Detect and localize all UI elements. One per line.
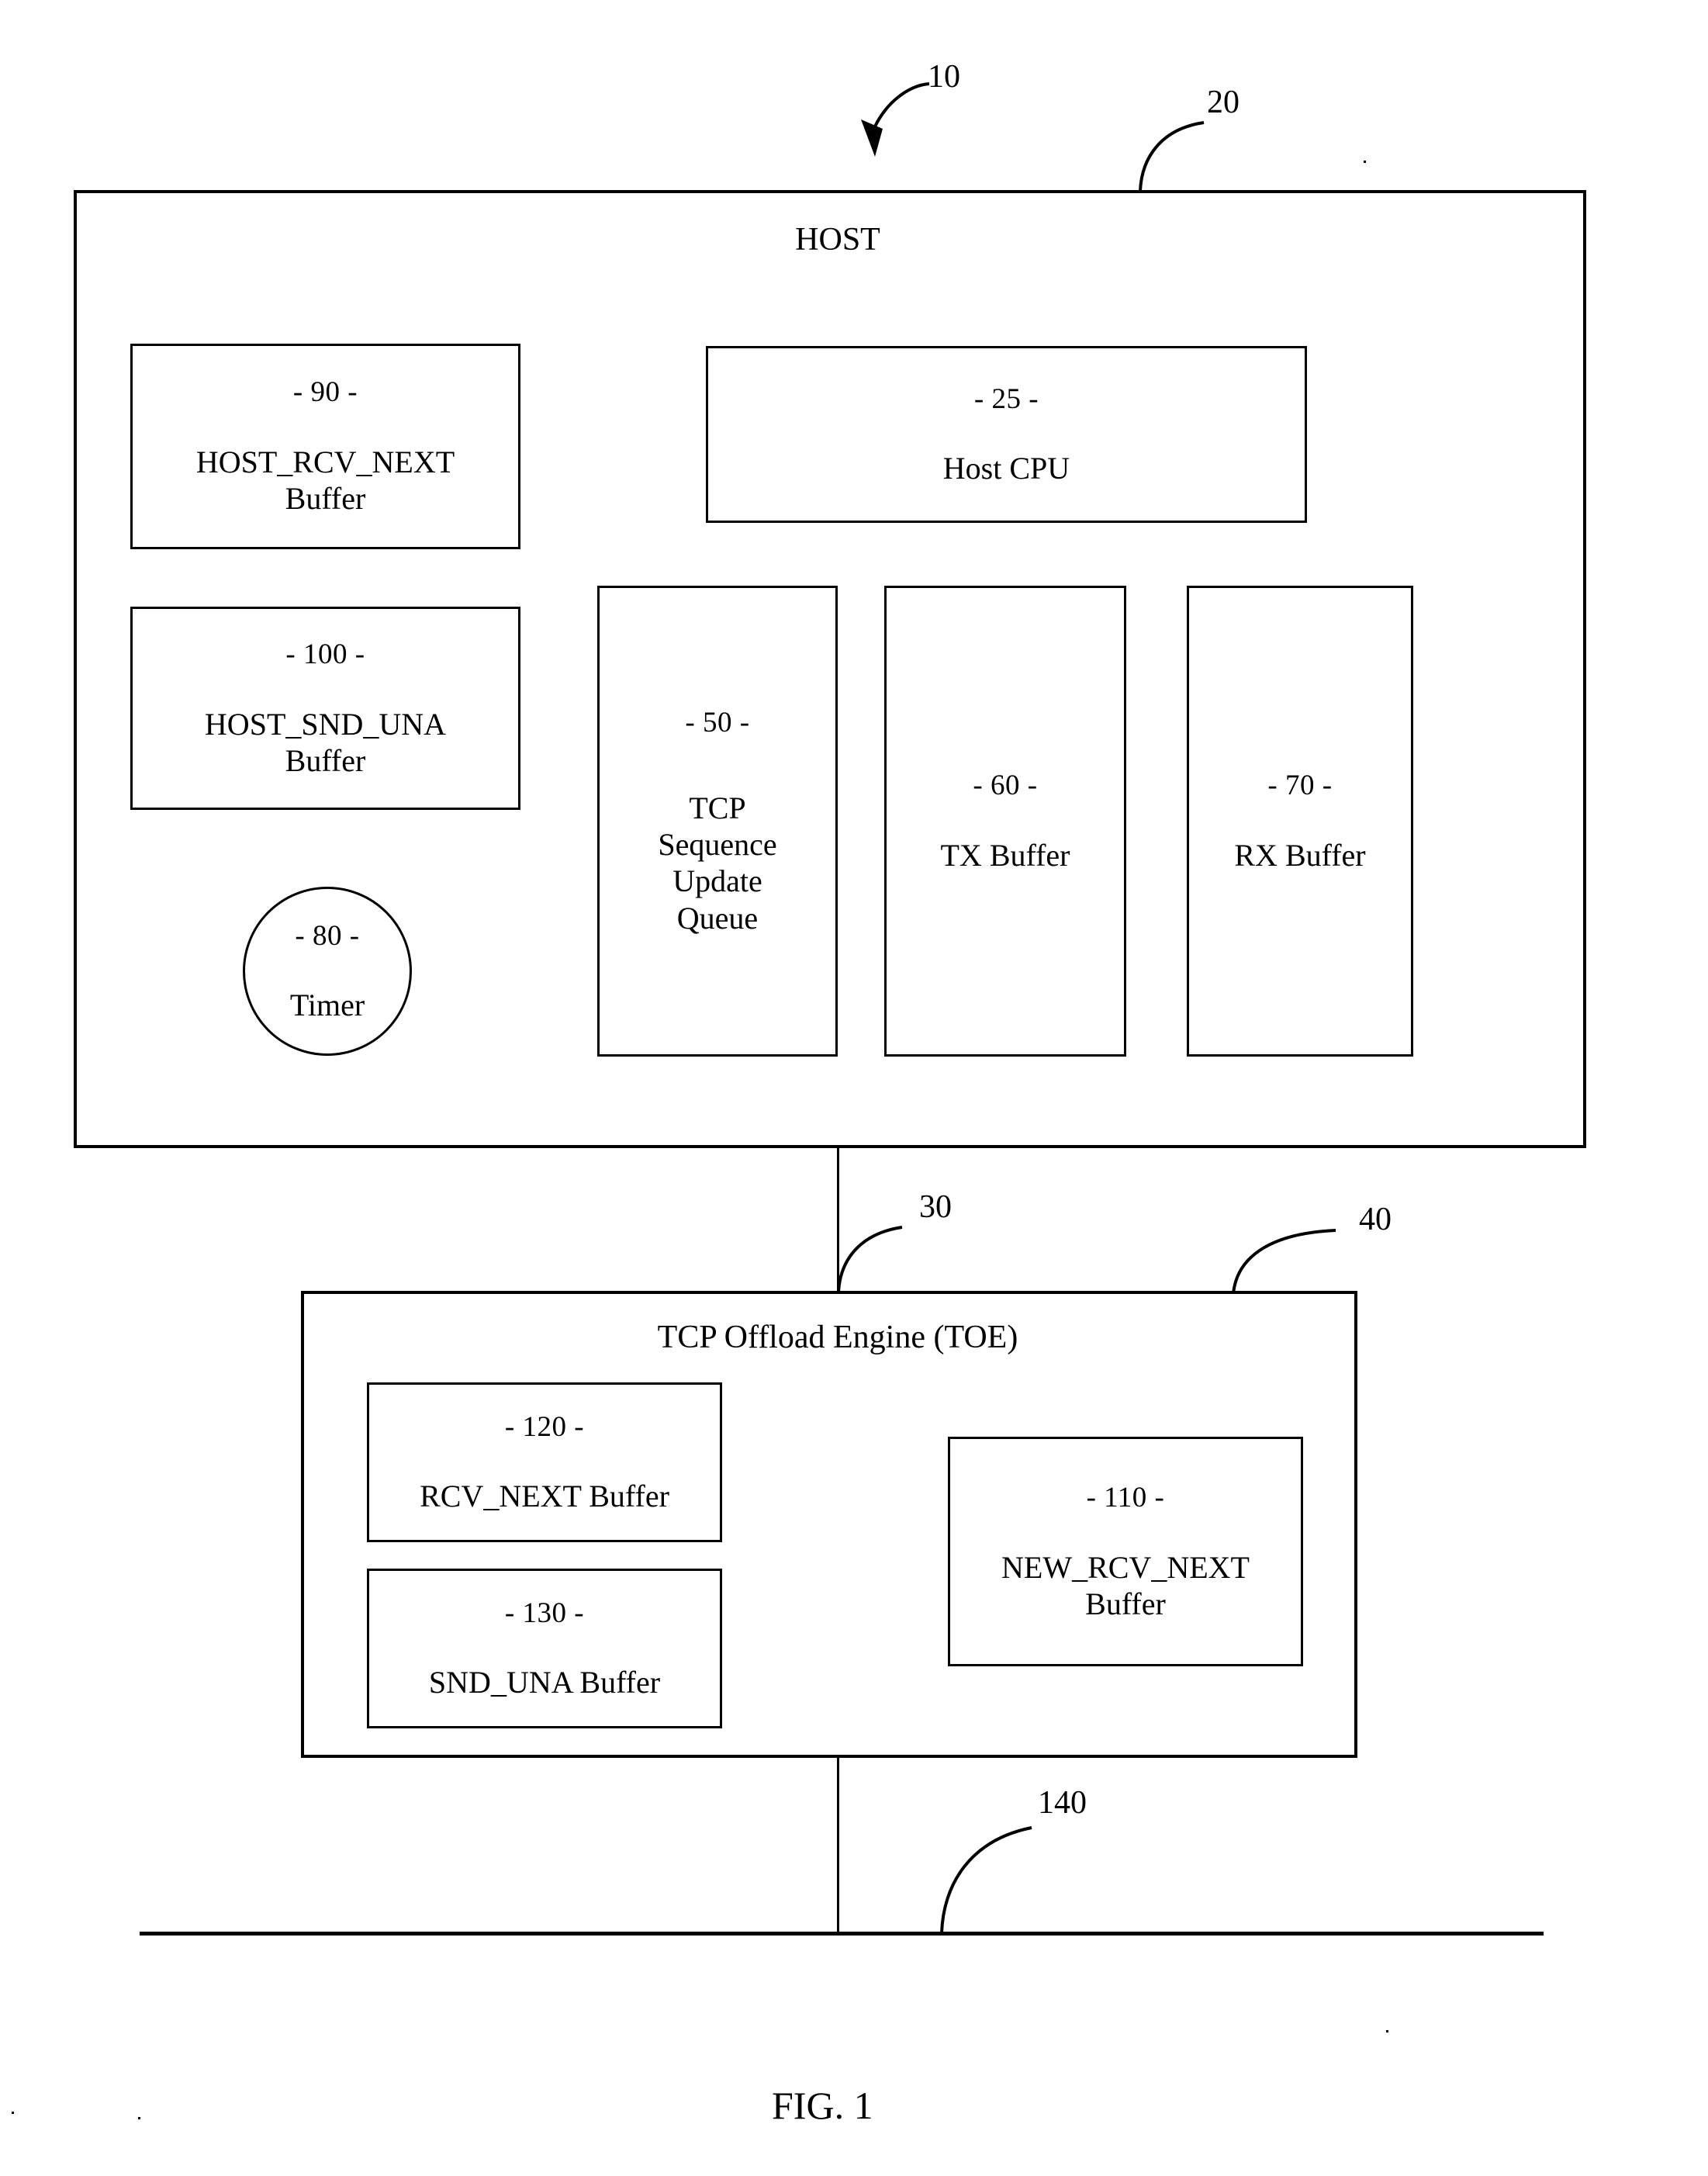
callout-30: 30: [919, 1189, 952, 1225]
rx-buffer[interactable]: - 70 - RX Buffer: [1187, 586, 1413, 1057]
timer-label: Timer: [289, 988, 365, 1022]
host-cpu-ref: - 25 -: [973, 382, 1039, 415]
tx-buffer-ref: - 60 -: [973, 770, 1038, 802]
host-rcv-next-buffer[interactable]: - 90 - HOST_RCV_NEXT Buffer: [130, 344, 520, 549]
callout-140: 140: [1038, 1785, 1087, 1821]
tx-buffer[interactable]: - 60 - TX Buffer: [884, 586, 1126, 1057]
rx-buffer-ref: - 70 -: [1267, 770, 1333, 802]
tcp-sequence-update-queue-label: TCP Sequence Update Queue: [658, 790, 777, 936]
host-rcv-next-buffer-label: HOST_RCV_NEXT Buffer: [195, 445, 455, 517]
snd-una-buffer-label: SND_UNA Buffer: [428, 1665, 661, 1700]
tx-buffer-label: TX Buffer: [940, 837, 1070, 873]
callout-10: 10: [928, 59, 960, 95]
scan-artifact-dot: [1364, 161, 1366, 163]
snd-una-buffer-ref: - 130 -: [504, 1597, 585, 1629]
leader-line-system-10: [861, 82, 930, 157]
timer[interactable]: - 80 - Timer: [243, 887, 412, 1056]
network-bus-line: [140, 1932, 1544, 1936]
callout-40: 40: [1359, 1202, 1392, 1237]
callout-20: 20: [1207, 85, 1240, 120]
toe-network-bus-line: [837, 1758, 839, 1935]
figure-caption: FIG. 1: [772, 2084, 873, 2127]
host-snd-una-buffer[interactable]: - 100 - HOST_SND_UNA Buffer: [130, 607, 520, 810]
scan-artifact-dot: [138, 2117, 140, 2119]
patent-figure-page: 10 20 HOST - 90 - HOST_RCV_NEXT Buffer -…: [0, 0, 1708, 2176]
host-snd-una-buffer-label: HOST_SND_UNA Buffer: [204, 706, 447, 778]
host-rcv-next-buffer-ref: - 90 -: [292, 376, 358, 409]
new-rcv-next-buffer[interactable]: - 110 - NEW_RCV_NEXT Buffer: [948, 1437, 1303, 1666]
host-cpu-label: Host CPU: [942, 451, 1070, 486]
rcv-next-buffer[interactable]: - 120 - RCV_NEXT Buffer: [367, 1382, 722, 1542]
host-snd-una-buffer-ref: - 100 -: [285, 638, 365, 670]
new-rcv-next-buffer-label: NEW_RCV_NEXT Buffer: [1001, 1549, 1250, 1621]
rcv-next-buffer-ref: - 120 -: [504, 1410, 585, 1443]
tcp-sequence-update-queue[interactable]: - 50 - TCP Sequence Update Queue: [597, 586, 838, 1057]
timer-ref: - 80 -: [295, 920, 360, 952]
new-rcv-next-buffer-ref: - 110 -: [1086, 1481, 1165, 1514]
rx-buffer-label: RX Buffer: [1234, 837, 1366, 873]
host-title: HOST: [795, 222, 880, 258]
scan-artifact-dot: [12, 2112, 14, 2114]
scan-artifact-dot: [1386, 2030, 1388, 2032]
tcp-sequence-update-queue-ref: - 50 -: [685, 707, 750, 739]
snd-una-buffer[interactable]: - 130 - SND_UNA Buffer: [367, 1569, 722, 1728]
toe-title: TCP Offload Engine (TOE): [657, 1320, 1018, 1355]
host-cpu[interactable]: - 25 - Host CPU: [706, 346, 1307, 523]
rcv-next-buffer-label: RCV_NEXT Buffer: [420, 1479, 669, 1514]
